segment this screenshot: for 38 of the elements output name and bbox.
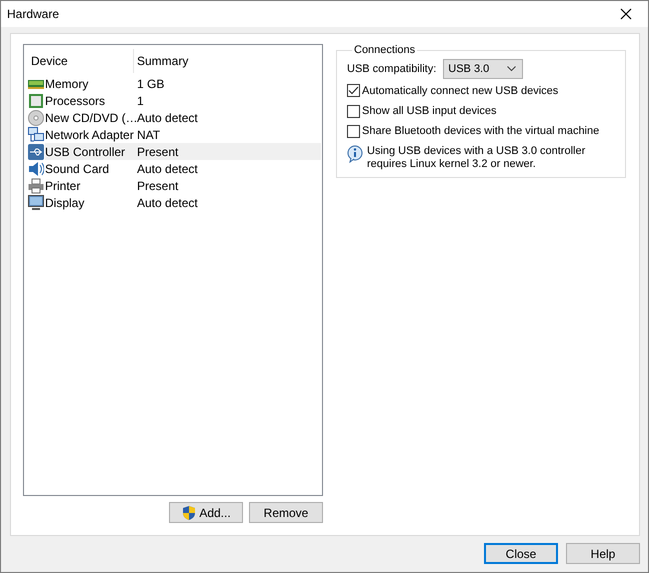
device-row[interactable]: Sound Card Auto detect	[45, 160, 321, 177]
device-row[interactable]: USB Controller Present	[45, 143, 321, 160]
compatibility-dropdown[interactable]: USB 3.0	[443, 58, 524, 79]
device-name: Processors	[45, 94, 106, 108]
device-row[interactable]: Network Adapter NAT	[45, 126, 321, 143]
checkbox-label[interactable]: Share Bluetooth devices with the virtual machine	[362, 125, 600, 138]
column-header[interactable]: Summary	[134, 49, 322, 73]
device-row[interactable]: Memory 1 GB	[45, 75, 321, 92]
device-summary: Auto detect	[137, 110, 199, 124]
field-label: USB compatibility:	[347, 62, 436, 75]
remove-button[interactable]: Remove	[249, 502, 323, 523]
device-name: Network Adapter	[45, 128, 135, 142]
dialog-button[interactable]: Help	[566, 543, 640, 564]
device-row[interactable]: Display Auto detect	[45, 194, 321, 211]
device-summary: NAT	[137, 128, 162, 142]
device-name: Memory	[45, 76, 90, 90]
info-text: Using USB devices with a USB 3.0 controller requires Linux kernel 3.2 or newer.	[367, 145, 586, 172]
device-summary: Auto detect	[137, 162, 199, 176]
device-row[interactable]: Printer Present	[45, 177, 321, 194]
device-summary: Present	[137, 144, 180, 158]
checkbox-label[interactable]: Automatically connect new USB devices	[362, 84, 558, 97]
device-name: Sound Card	[45, 162, 110, 176]
device-row[interactable]: New CD/DVD (…Auto detect	[45, 109, 321, 126]
device-name: Printer	[45, 178, 82, 192]
device-row[interactable]: Processors 1	[45, 92, 321, 109]
device-summary: Auto detect	[137, 196, 199, 210]
group-title: Connections	[353, 44, 416, 56]
column-header[interactable]: Device	[28, 49, 134, 73]
device-summary: 1	[137, 94, 145, 108]
add-button[interactable]: Add...	[169, 502, 243, 523]
device-summary: Present	[137, 178, 180, 192]
device-name: New CD/DVD (…	[45, 110, 137, 124]
window-title: Hardware	[7, 7, 60, 21]
checkbox-label[interactable]: Show all USB input devices	[362, 105, 497, 118]
dialog-button[interactable]: Close	[484, 543, 558, 564]
device-summary: 1 GB	[137, 76, 166, 90]
device-name: Display	[45, 196, 86, 210]
device-name: USB Controller	[45, 144, 126, 158]
